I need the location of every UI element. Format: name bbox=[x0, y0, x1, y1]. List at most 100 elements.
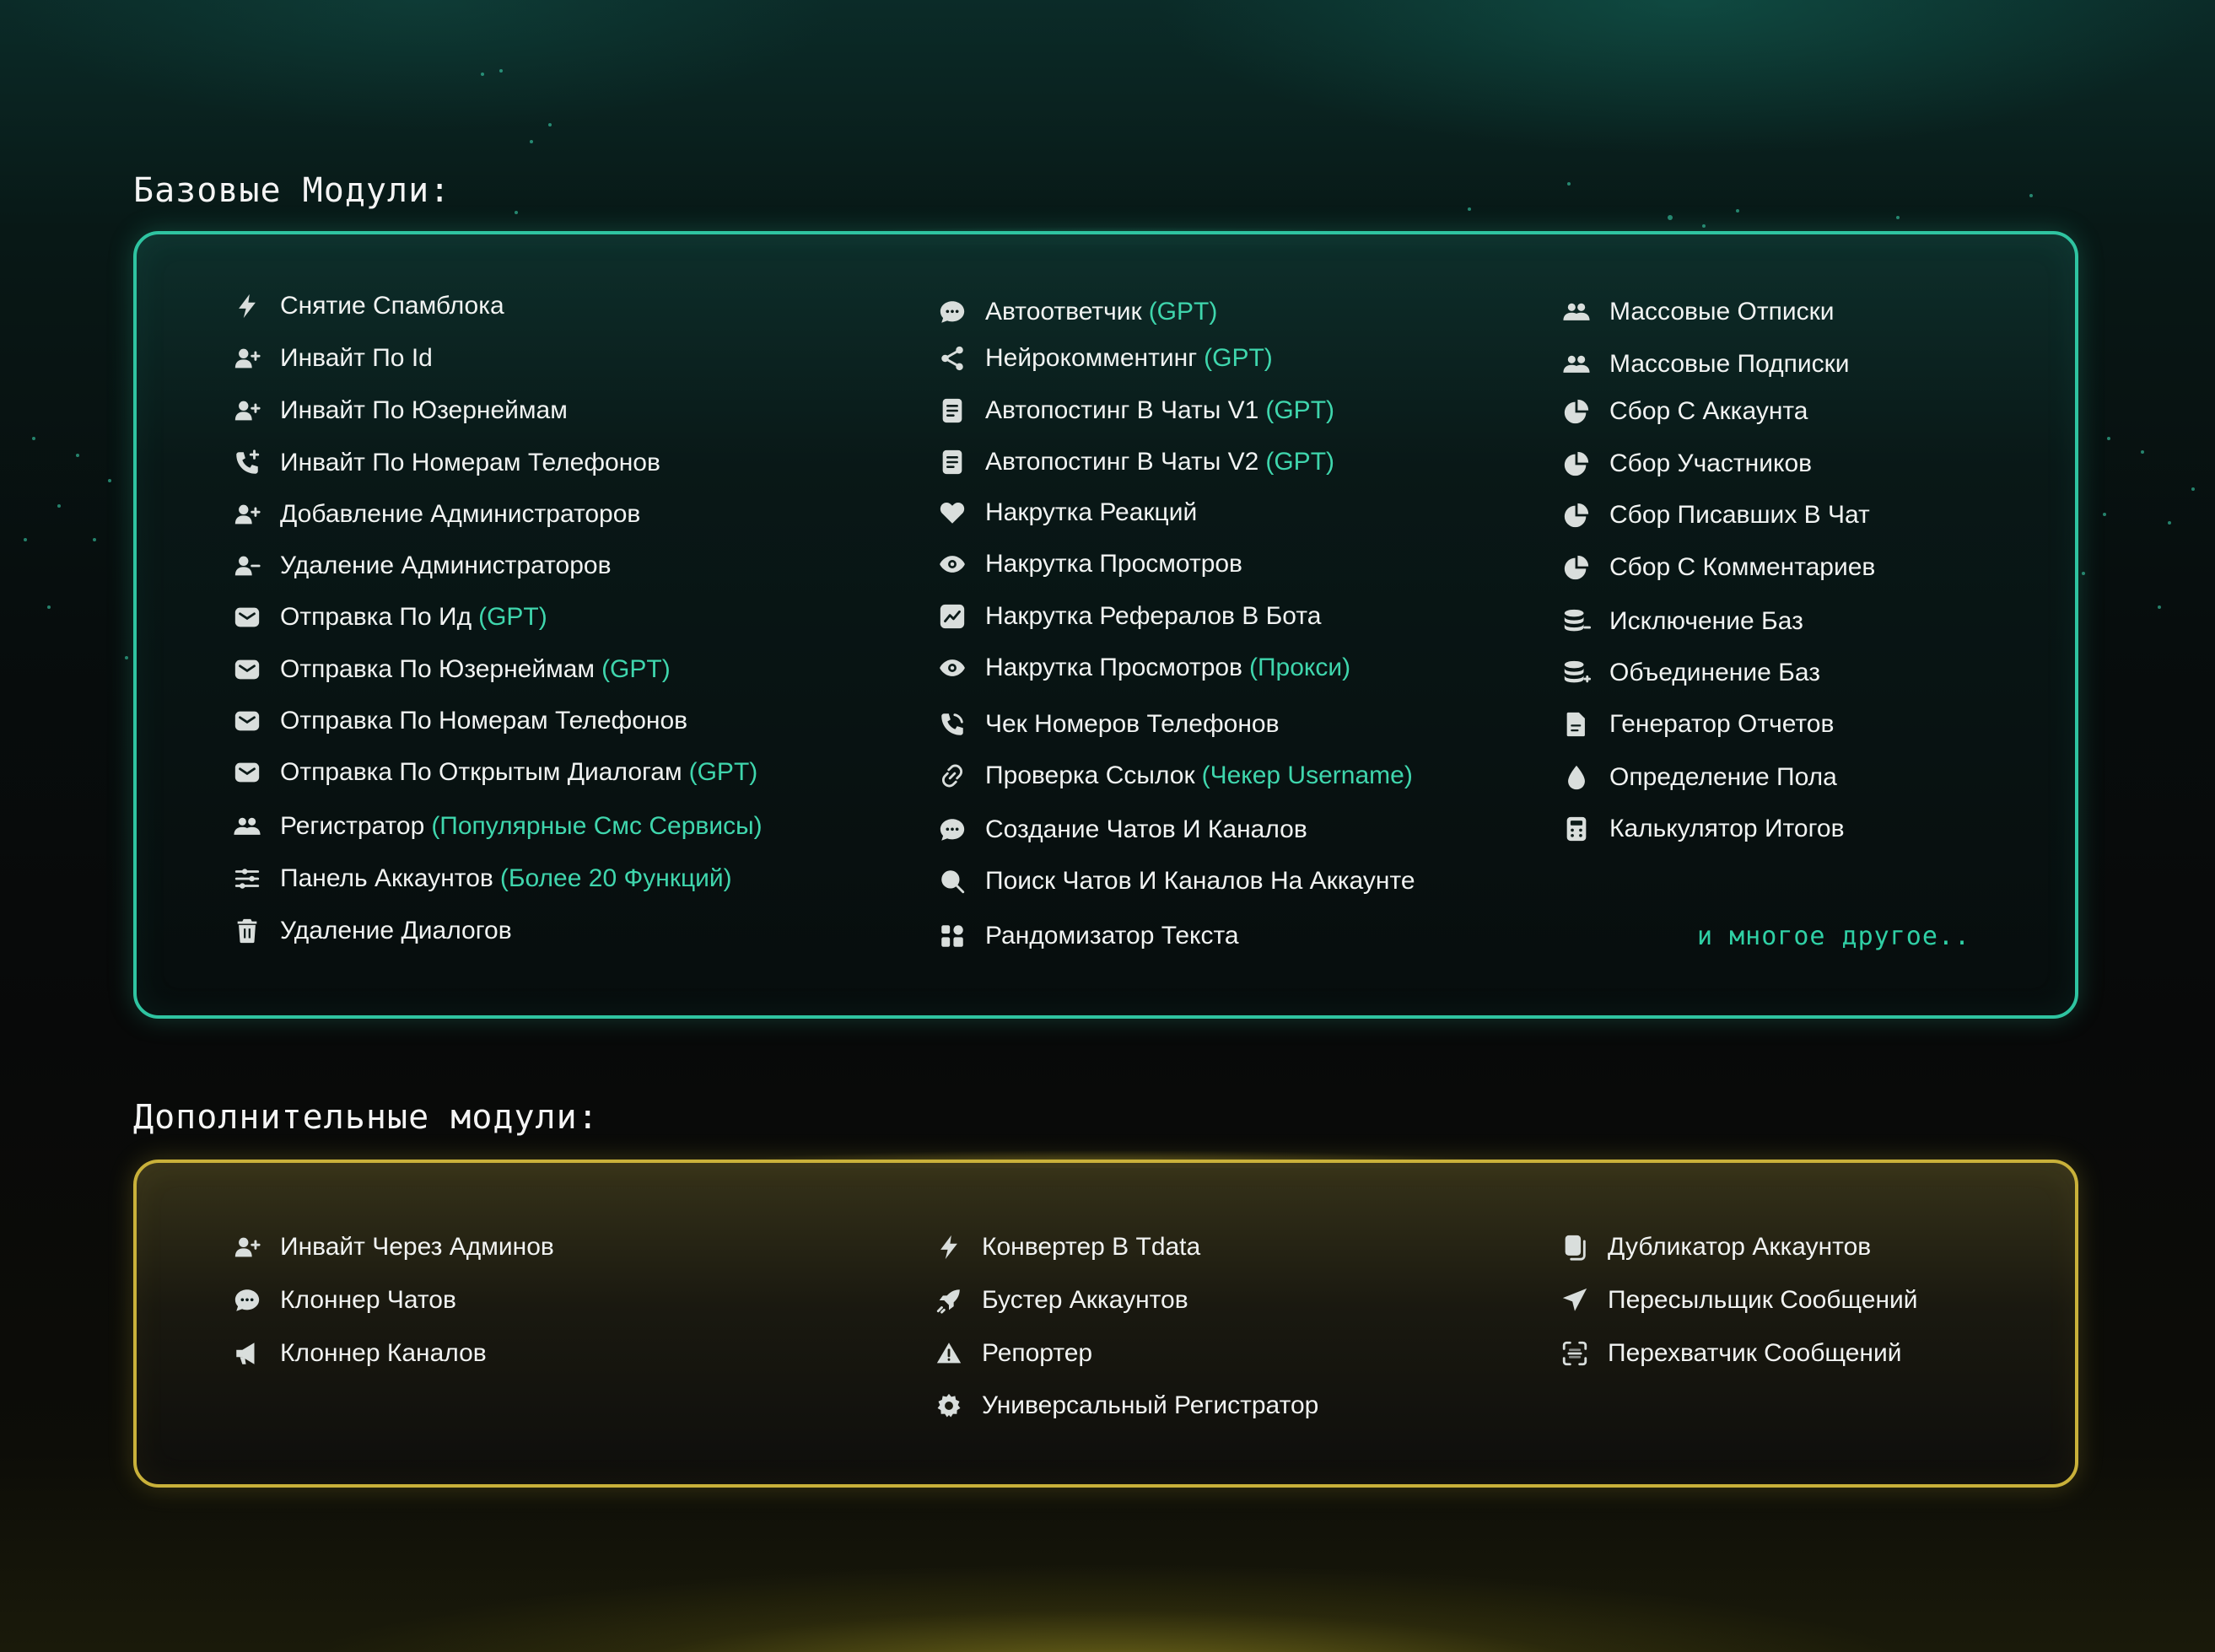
module-item: Чек Номеров Телефонов bbox=[938, 704, 1280, 745]
module-item: Отправка По Номерам Телефонов bbox=[233, 701, 687, 741]
user-plus-icon bbox=[233, 396, 261, 425]
module-label: Исключение Баз bbox=[1609, 607, 1803, 635]
module-label: Панель Аккаунтов bbox=[280, 864, 493, 892]
mail-icon bbox=[233, 707, 261, 735]
module-label: Автоответчик bbox=[985, 298, 1142, 326]
trash-icon bbox=[233, 917, 261, 945]
module-label: Нейрокомментинг bbox=[985, 344, 1198, 372]
database-plus-icon bbox=[1562, 659, 1591, 687]
module-item: Автоответчик (GPT) bbox=[938, 292, 1217, 332]
module-label: Определение Пола bbox=[1609, 763, 1837, 791]
module-item: Нейрокомментинг (GPT) bbox=[938, 338, 1273, 379]
module-label: Добавление Администраторов bbox=[280, 500, 641, 528]
warning-icon bbox=[935, 1339, 963, 1368]
module-label: Рандомизатор Текста bbox=[985, 922, 1239, 950]
module-item: Перехватчик Сообщений bbox=[1560, 1333, 1902, 1374]
module-tag: (Чекер Username) bbox=[1201, 761, 1413, 789]
module-label: Накрутка Просмотров bbox=[985, 550, 1242, 578]
users-icon bbox=[233, 812, 261, 841]
database-minus-icon bbox=[1562, 607, 1591, 636]
module-item: Дубликатор Аккаунтов bbox=[1560, 1227, 1871, 1267]
rocket-icon bbox=[935, 1286, 963, 1315]
module-label: Объединение Баз bbox=[1609, 659, 1820, 686]
module-item: Калькулятор Итогов bbox=[1562, 809, 1845, 849]
module-label: Конвертер В Tdata bbox=[982, 1233, 1201, 1261]
module-item: Исключение Баз bbox=[1562, 601, 1803, 642]
share-icon bbox=[938, 344, 967, 373]
module-label: Накрутка Просмотров bbox=[985, 654, 1242, 681]
user-minus-icon bbox=[233, 552, 261, 580]
module-label: Сбор С Комментариев bbox=[1609, 553, 1876, 581]
module-item: Автопостинг В Чаты V1 (GPT) bbox=[938, 390, 1334, 431]
pie-icon bbox=[1562, 449, 1591, 478]
module-item: Массовые Подписки bbox=[1562, 344, 1850, 385]
module-item: Инвайт По Id bbox=[233, 338, 433, 379]
module-label: Генератор Отчетов bbox=[1609, 710, 1835, 738]
module-label: Проверка Ссылок bbox=[985, 761, 1195, 789]
module-label: Отправка По Открытым Диалогам bbox=[280, 758, 682, 786]
user-plus-icon bbox=[233, 1233, 261, 1262]
module-tag: (GPT) bbox=[1265, 448, 1335, 476]
extra-modules-panel bbox=[133, 1160, 2078, 1488]
module-item: Отправка По Открытым Диалогам (GPT) bbox=[233, 752, 757, 793]
chat-dots-icon bbox=[938, 815, 967, 844]
module-label: Калькулятор Итогов bbox=[1609, 815, 1845, 842]
bolt-icon bbox=[935, 1233, 963, 1262]
module-item: Клоннер Чатов bbox=[233, 1280, 456, 1321]
megaphone-icon bbox=[233, 1339, 261, 1368]
module-label: Регистратор bbox=[280, 812, 425, 840]
bolt-icon bbox=[233, 292, 261, 320]
module-label: Отправка По Юзернеймам bbox=[280, 655, 596, 683]
module-tag: (Прокси) bbox=[1249, 654, 1351, 681]
module-tag: (GPT) bbox=[1148, 298, 1218, 326]
module-tag: (GPT) bbox=[478, 603, 547, 631]
users-icon bbox=[1562, 298, 1591, 326]
module-item: Универсальный Регистратор bbox=[935, 1386, 1318, 1426]
eye-icon bbox=[938, 654, 967, 682]
drop-icon bbox=[1562, 763, 1591, 792]
module-item: Панель Аккаунтов (Более 20 Функций) bbox=[233, 858, 732, 899]
module-label: Клоннер Чатов bbox=[280, 1286, 456, 1314]
module-item: Сбор С Комментариев bbox=[1562, 547, 1875, 588]
module-tag: (Популярные Смс Сервисы) bbox=[431, 812, 763, 840]
module-item: Добавление Администраторов bbox=[233, 494, 640, 535]
pie-icon bbox=[1562, 397, 1591, 426]
module-item: Конвертер В Tdata bbox=[935, 1227, 1200, 1267]
module-label: Отправка По Ид bbox=[280, 603, 472, 631]
module-item: Сбор Участников bbox=[1562, 444, 1812, 484]
module-label: Массовые Отписки bbox=[1609, 298, 1835, 326]
more-note: и многое другое.. bbox=[1697, 922, 1971, 951]
module-item: Инвайт По Номерам Телефонов bbox=[233, 443, 660, 483]
extra-modules-title: Дополнительные модули: bbox=[133, 1098, 599, 1137]
module-label: Сбор С Аккаунта bbox=[1609, 397, 1808, 425]
module-item: Удаление Диалогов bbox=[233, 911, 512, 951]
module-item: Сбор С Аккаунта bbox=[1562, 391, 1808, 432]
module-label: Универсальный Регистратор bbox=[982, 1391, 1319, 1419]
module-label: Отправка По Номерам Телефонов bbox=[280, 707, 688, 735]
module-label: Репортер bbox=[982, 1339, 1093, 1367]
chart-icon bbox=[938, 602, 967, 631]
search-icon bbox=[938, 867, 967, 896]
module-label: Клоннер Каналов bbox=[280, 1339, 487, 1367]
mail-icon bbox=[233, 603, 261, 632]
module-label: Инвайт По Юзернеймам bbox=[280, 396, 568, 424]
pie-icon bbox=[1562, 501, 1591, 530]
module-label: Дубликатор Аккаунтов bbox=[1608, 1233, 1872, 1261]
module-item: Снятие Спамблока bbox=[233, 286, 504, 326]
module-item: Накрутка Просмотров bbox=[938, 544, 1242, 584]
base-modules-title: Базовые Модули: bbox=[133, 171, 451, 210]
calculator-icon bbox=[1562, 815, 1591, 843]
module-item: Накрутка Реакций bbox=[938, 492, 1197, 533]
chat-dots-icon bbox=[233, 1286, 261, 1315]
module-item: Создание Чатов И Каналов bbox=[938, 810, 1307, 850]
module-item: Объединение Баз bbox=[1562, 653, 1820, 693]
module-label: Снятие Спамблока bbox=[280, 292, 504, 320]
gear-icon bbox=[935, 1391, 963, 1420]
module-item: Определение Пола bbox=[1562, 757, 1837, 798]
module-item: Массовые Отписки bbox=[1562, 292, 1835, 332]
module-label: Накрутка Реакций bbox=[985, 498, 1198, 526]
blocks-icon bbox=[938, 922, 967, 950]
module-label: Инвайт По Номерам Телефонов bbox=[280, 449, 660, 476]
module-item: Сбор Писавших В Чат bbox=[1562, 495, 1870, 535]
module-item: Клоннер Каналов bbox=[233, 1333, 487, 1374]
